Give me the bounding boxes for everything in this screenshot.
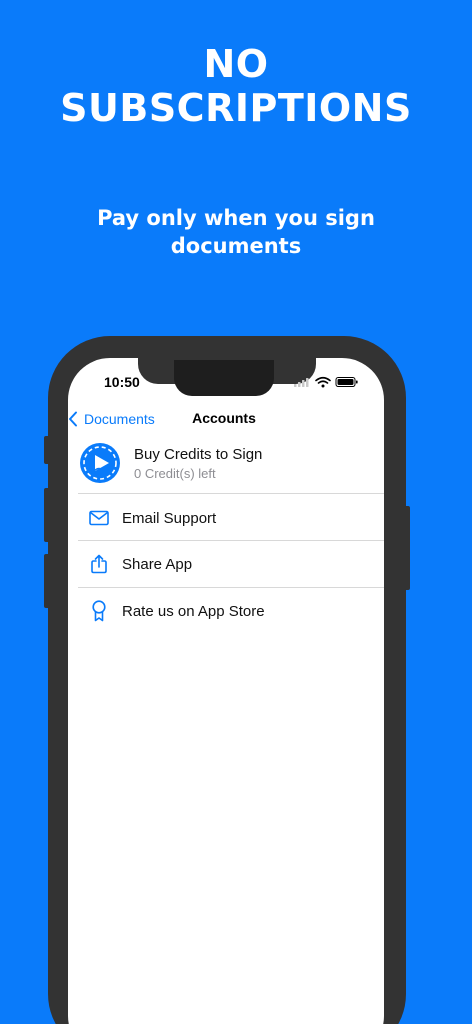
chevron-left-icon [69, 411, 77, 427]
back-button[interactable]: Documents [68, 408, 155, 430]
rate-app-row[interactable]: Rate us on App Store [78, 599, 384, 623]
award-ribbon-icon [88, 600, 110, 622]
share-app-row[interactable]: Share App [78, 552, 384, 576]
phone-power-button [404, 506, 410, 590]
divider [78, 587, 384, 588]
credits-left-count: 0 Credit(s) left [134, 465, 216, 481]
wifi-dot-icon [321, 384, 325, 388]
envelope-icon [88, 507, 110, 529]
share-app-label: Share App [122, 555, 193, 573]
battery-icon [335, 377, 358, 387]
cellular-signal-icon [294, 378, 309, 387]
divider [78, 540, 384, 541]
signature-play-icon [80, 443, 120, 483]
email-support-row[interactable]: Email Support [78, 506, 384, 530]
status-time: 10:50 [104, 374, 140, 390]
promo-headline-line1: NO [203, 42, 269, 86]
phone-volume-up-button [44, 488, 50, 542]
phone-volume-down-button [44, 554, 50, 608]
back-button-label: Documents [84, 411, 155, 427]
rate-app-label: Rate us on App Store [122, 602, 265, 620]
wifi-icon [315, 376, 331, 384]
phone-silent-switch [44, 436, 50, 464]
divider [78, 493, 384, 494]
phone-notch-speaker [174, 360, 274, 396]
buy-credits-row[interactable]: Buy Credits to Sign 0 Credit(s) left [78, 442, 384, 484]
email-support-label: Email Support [122, 509, 217, 527]
promo-headline-line2: SUBSCRIPTIONS [60, 86, 412, 130]
buy-credits-text: Buy Credits to Sign 0 Credit(s) left [134, 446, 262, 481]
promo-headline: NO SUBSCRIPTIONS [0, 42, 472, 130]
share-icon [88, 553, 110, 575]
promo-subline: Pay only when you sign documents [97, 206, 375, 258]
status-icons [292, 375, 358, 389]
page-title: Accounts [192, 410, 256, 426]
buy-credits-label: Buy Credits to Sign [134, 445, 263, 463]
